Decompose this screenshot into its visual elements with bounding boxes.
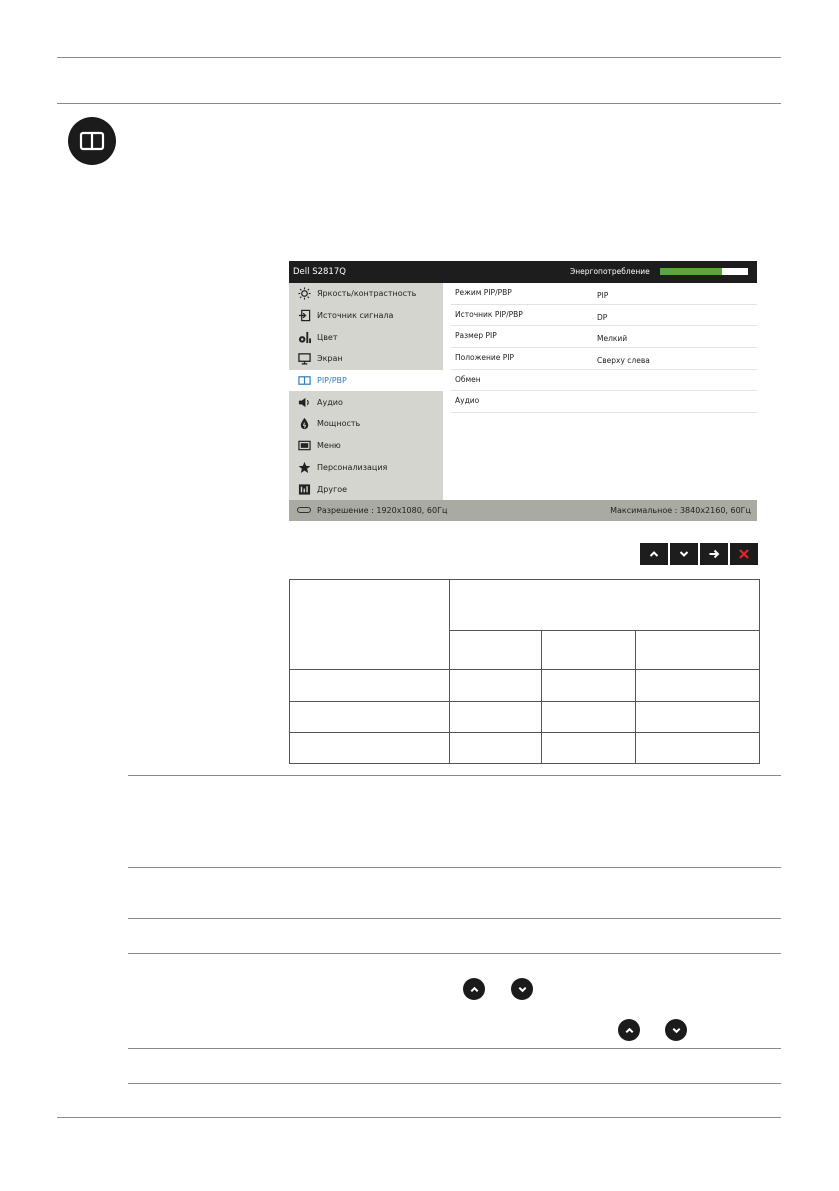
osd-main-menu: Яркость/контрастность Источник сигнала Ц…: [289, 283, 443, 500]
other-icon: [297, 482, 311, 496]
menu-item-label: Цвет: [317, 332, 338, 342]
osd-nav-buttons: [640, 543, 758, 565]
osd-menu-screenshot: Dell S2817Q Энергопотребление Яркость/ко…: [289, 261, 757, 521]
table-divider: [635, 630, 636, 763]
row-rule: [128, 775, 781, 776]
submenu-row-pip-mode[interactable]: Режим PIP/PBP PIP: [451, 283, 757, 305]
pip-pbp-icon: [297, 374, 311, 388]
osd-header: Dell S2817Q Энергопотребление: [289, 261, 757, 283]
submenu-value: PIP: [597, 291, 609, 300]
chevron-up-icon: [649, 551, 659, 557]
table-divider: [290, 669, 759, 670]
speaker-icon: [297, 395, 311, 409]
submenu-label: Положение PIP: [455, 353, 515, 363]
up-round-button: [463, 978, 485, 1000]
input-source-icon: [297, 309, 311, 323]
submenu-label: Обмен: [455, 374, 481, 384]
submenu-row-pip-source[interactable]: Источник PIP/PBP DP: [451, 305, 757, 327]
energy-label: Энергопотребление: [570, 267, 650, 276]
table-divider: [290, 701, 759, 702]
pip-pbp-section-icon: [68, 117, 116, 165]
submenu-value: DP: [597, 312, 608, 322]
table-divider: [541, 630, 542, 763]
menu-item-power[interactable]: Мощность: [289, 413, 443, 435]
row-rule: [128, 867, 781, 868]
brightness-icon: [297, 287, 311, 301]
star-icon: [297, 460, 311, 474]
menu-item-pip-pbp[interactable]: PIP/PBP: [289, 369, 443, 392]
current-resolution: Разрешение : 1920x1080, 60Гц: [317, 506, 448, 515]
submenu-row-pip-position[interactable]: Положение PIP Сверху слева: [451, 348, 757, 370]
display-icon: [297, 352, 311, 366]
submenu-label: Размер PIP: [455, 331, 497, 341]
submenu-label: Аудио: [455, 396, 480, 406]
up-button[interactable]: [640, 543, 668, 565]
menu-item-input-source[interactable]: Источник сигнала: [289, 305, 443, 327]
menu-item-label: Меню: [317, 441, 341, 451]
enter-button[interactable]: [700, 543, 728, 565]
table-divider: [290, 732, 759, 733]
power-icon: [297, 417, 311, 431]
footer-rule: [57, 1117, 781, 1118]
pip-pbp-icon: [79, 131, 105, 151]
color-icon: [297, 330, 311, 344]
menu-item-label: Другое: [317, 484, 348, 494]
menu-item-other[interactable]: Другое: [289, 478, 443, 500]
menu-item-brightness[interactable]: Яркость/контрастность: [289, 283, 443, 305]
chevron-up-icon: [470, 986, 478, 992]
up-round-button: [618, 1019, 640, 1041]
section-rule: [57, 103, 781, 104]
submenu-label: Источник PIP/PBP: [455, 309, 523, 319]
submenu-value: Мелкий: [597, 334, 628, 344]
table-divider: [449, 630, 759, 631]
max-resolution: Максимальное : 3840x2160, 60Гц: [610, 506, 751, 515]
chevron-down-icon: [518, 986, 526, 992]
row-rule: [128, 953, 781, 954]
chevron-down-icon: [679, 551, 689, 557]
connector-icon: [297, 507, 311, 513]
submenu-row-audio[interactable]: Аудио: [451, 391, 757, 414]
submenu-label: Режим PIP/PBP: [455, 288, 512, 297]
row-rule: [128, 1083, 781, 1084]
menu-item-color[interactable]: Цвет: [289, 326, 443, 348]
down-button[interactable]: [670, 543, 698, 565]
exit-button[interactable]: [730, 543, 758, 565]
submenu-row-swap[interactable]: Обмен: [451, 370, 757, 392]
menu-item-label: Персонализация: [317, 462, 388, 472]
close-icon: [739, 549, 749, 559]
down-round-button: [511, 978, 533, 1000]
chevron-down-icon: [672, 1027, 680, 1033]
down-round-button: [665, 1019, 687, 1041]
energy-bar: [660, 268, 748, 275]
menu-icon: [297, 439, 311, 453]
menu-item-label: PIP/PBP: [317, 376, 347, 386]
table-divider: [449, 580, 450, 763]
menu-item-audio[interactable]: Аудио: [289, 391, 443, 413]
pip-pbp-table: [289, 579, 760, 764]
menu-item-menu[interactable]: Меню: [289, 435, 443, 457]
osd-footer: Разрешение : 1920x1080, 60Гц Максимально…: [289, 500, 757, 521]
menu-item-label: Экран: [317, 354, 343, 364]
menu-item-personalize[interactable]: Персонализация: [289, 457, 443, 479]
menu-item-label: Мощность: [317, 419, 361, 429]
submenu-row-pip-size[interactable]: Размер PIP Мелкий: [451, 326, 757, 349]
osd-submenu: Режим PIP/PBP PIP Источник PIP/PBP DP Ра…: [443, 283, 757, 500]
row-rule: [128, 1048, 781, 1049]
menu-item-label: Источник сигнала: [317, 311, 394, 321]
osd-model-name: Dell S2817Q: [293, 267, 346, 277]
header-rule: [57, 57, 781, 58]
row-rule: [128, 918, 781, 919]
arrow-right-icon: [709, 549, 720, 559]
menu-item-label: Аудио: [317, 397, 343, 407]
menu-item-display[interactable]: Экран: [289, 348, 443, 370]
submenu-value: Сверху слева: [597, 356, 650, 366]
chevron-up-icon: [625, 1027, 633, 1033]
energy-bar-fill: [660, 268, 722, 275]
menu-item-label: Яркость/контрастность: [317, 289, 417, 299]
